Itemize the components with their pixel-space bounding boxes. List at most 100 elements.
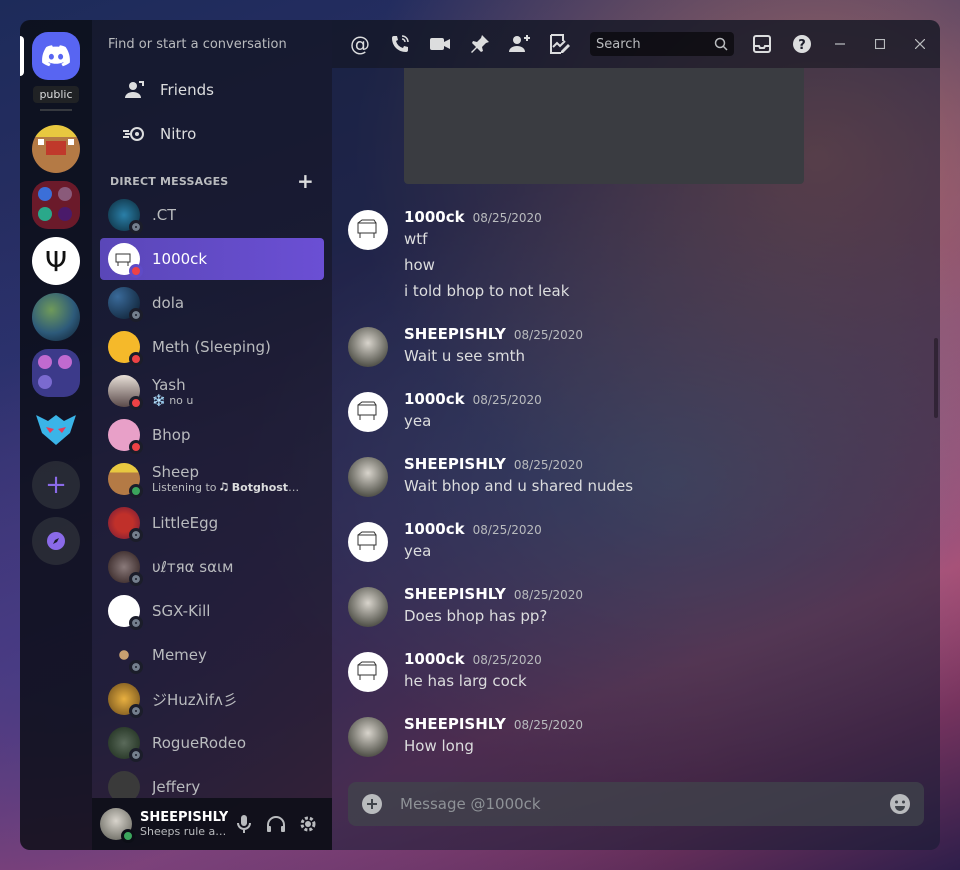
dm-item-littleegg[interactable]: LittleEgg — [100, 502, 324, 544]
chat-area: @ Search ? 1000ck 08/25/2020 wtf how i t… — [332, 20, 940, 850]
dm-item-roguerodeo[interactable]: RogueRodeo — [100, 722, 324, 764]
message-avatar[interactable] — [348, 652, 388, 692]
server-art — [38, 375, 52, 389]
message-avatar[interactable] — [348, 457, 388, 497]
dm-item-dola[interactable]: dola — [100, 282, 324, 324]
notes-button[interactable] — [548, 32, 572, 56]
message-avatar[interactable] — [348, 717, 388, 757]
server-trident[interactable]: Ψ — [32, 237, 80, 285]
message-group: SHEEPISHLY 08/25/2020 Does bhop has pp? — [348, 585, 908, 629]
dm-item-huzaifa[interactable]: ジHuzλifᴧ彡 — [100, 678, 324, 720]
explore-servers-button[interactable] — [32, 517, 80, 565]
dm-item-sgx-kill[interactable]: SGX-Kill — [100, 590, 324, 632]
server-art — [38, 207, 52, 221]
message-composer[interactable]: Message @1000ck — [348, 782, 924, 826]
selected-pill — [20, 36, 24, 76]
compass-icon — [47, 532, 65, 550]
maximize-button[interactable] — [860, 30, 900, 58]
find-conversation-bar[interactable]: Find or start a conversation — [92, 20, 332, 68]
headphones-icon — [267, 816, 285, 832]
create-dm-icon[interactable]: + — [297, 171, 314, 191]
message-avatar[interactable] — [348, 587, 388, 627]
inbox-button[interactable] — [750, 32, 774, 56]
dm-item-memey[interactable]: Memey — [100, 634, 324, 676]
server-art — [38, 187, 52, 201]
close-window-button[interactable] — [900, 30, 940, 58]
message-author[interactable]: 1000ck — [404, 208, 465, 226]
message-author[interactable]: 1000ck — [404, 390, 465, 408]
server-wolf[interactable] — [32, 405, 80, 453]
dm-item-yash[interactable]: Yash ❄️ no u — [100, 370, 324, 412]
home-button[interactable] — [20, 32, 80, 80]
user-settings-button[interactable] — [292, 808, 324, 840]
dm-item-1000ck[interactable]: 1000ck — [100, 238, 324, 280]
chat-search-input[interactable]: Search — [590, 32, 734, 56]
avatar — [108, 551, 143, 586]
wolf-logo-icon — [36, 415, 76, 445]
help-button[interactable]: ? — [790, 32, 814, 56]
dm-item-jeffery[interactable]: Jeffery — [100, 766, 324, 798]
dm-name: Yash — [152, 375, 186, 394]
mute-button[interactable] — [228, 808, 260, 840]
message-text: yea — [404, 412, 432, 430]
message-timestamp: 08/25/2020 — [513, 328, 584, 342]
message-avatar[interactable] — [348, 327, 388, 367]
message-input[interactable]: Message @1000ck — [400, 795, 888, 813]
doodle-avatar-icon — [357, 661, 377, 680]
message-avatar[interactable] — [348, 210, 388, 250]
server-pixel-face[interactable] — [32, 125, 80, 173]
user-avatar[interactable] — [100, 808, 135, 843]
avatar — [108, 771, 140, 798]
status-offline-icon — [129, 572, 143, 586]
message-author[interactable]: SHEEPISHLY — [404, 325, 506, 343]
status-offline-icon — [129, 220, 143, 234]
status-dnd-icon — [129, 396, 143, 410]
help-icon: ? — [793, 35, 811, 53]
add-friends-to-dm-button[interactable] — [508, 32, 532, 56]
embedded-image[interactable] — [404, 68, 804, 184]
mention-button[interactable]: @ — [348, 32, 372, 56]
dm-item-bhop[interactable]: Bhop — [100, 414, 324, 456]
rail-divider — [40, 109, 72, 111]
dm-item-meth[interactable]: Meth (Sleeping) — [100, 326, 324, 368]
dm-name: 1000ck — [152, 250, 208, 268]
message-group: 1000ck 08/25/2020 yea — [348, 520, 908, 564]
message-author[interactable]: SHEEPISHLY — [404, 455, 506, 473]
message-text: Wait bhop and u shared nudes — [404, 477, 634, 495]
emoji-button[interactable] — [888, 792, 912, 816]
message-author[interactable]: SHEEPISHLY — [404, 715, 506, 733]
message-author[interactable]: 1000ck — [404, 520, 465, 538]
dm-item-sheep[interactable]: Sheep Listening to 🎝 Botghost.co... — [100, 458, 324, 500]
add-server-button[interactable]: + — [32, 461, 80, 509]
scrollbar[interactable] — [934, 338, 938, 418]
server-folder-purple[interactable] — [32, 349, 80, 397]
avatar — [108, 199, 143, 234]
dm-item-ultra-saim[interactable]: υℓтяα ѕαιм — [100, 546, 324, 588]
deafen-button[interactable] — [260, 808, 292, 840]
video-call-button[interactable] — [428, 32, 452, 56]
message-avatar[interactable] — [348, 392, 388, 432]
upload-button[interactable] — [360, 792, 384, 816]
message-group: SHEEPISHLY 08/25/2020 Wait bhop and u sha… — [348, 455, 908, 499]
minimize-button[interactable] — [820, 30, 860, 58]
message-avatar[interactable] — [348, 522, 388, 562]
voice-call-button[interactable] — [388, 32, 412, 56]
dm-item-ct[interactable]: .CT — [100, 194, 324, 236]
avatar — [108, 287, 143, 322]
server-folder-red[interactable] — [32, 181, 80, 229]
nav-friends[interactable]: Friends — [100, 68, 324, 112]
server-earth[interactable] — [32, 293, 80, 341]
dm-sidebar: Find or start a conversation Friends Nit… — [92, 20, 332, 850]
message-author[interactable]: 1000ck — [404, 650, 465, 668]
activity-name: 🎝 Botghost.co... — [220, 481, 302, 494]
message-timestamp: 08/25/2020 — [513, 588, 584, 602]
status-dnd-icon — [129, 264, 143, 278]
nav-nitro[interactable]: Nitro — [100, 112, 324, 156]
message-author[interactable]: SHEEPISHLY — [404, 585, 506, 603]
server-art — [46, 141, 66, 155]
message-group: 1000ck 08/25/2020 yea — [348, 390, 908, 434]
status-dnd-icon — [129, 352, 143, 366]
server-art — [58, 207, 72, 221]
pinned-messages-button[interactable] — [468, 32, 492, 56]
dm-name: SGX-Kill — [152, 602, 211, 620]
